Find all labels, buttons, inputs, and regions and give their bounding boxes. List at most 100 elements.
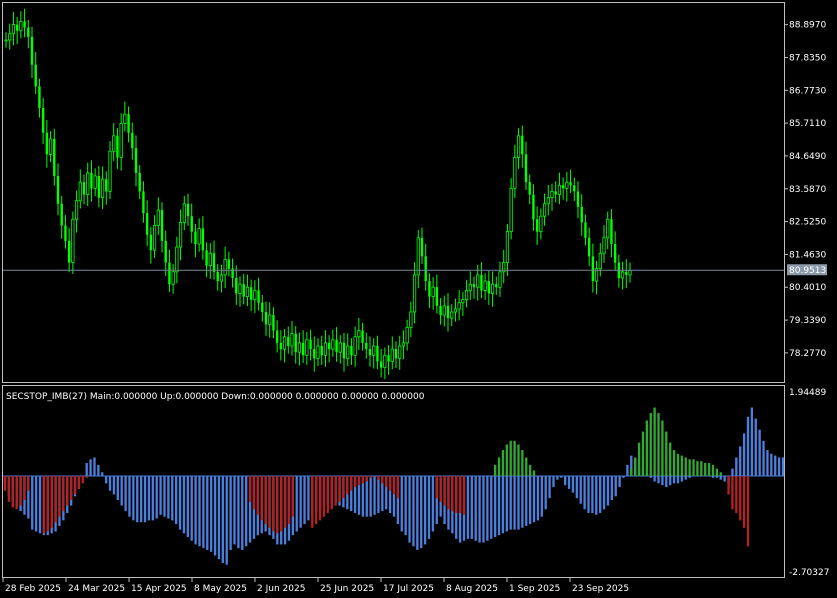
indicator-main-bar — [653, 475, 656, 482]
indicator-main-bar — [97, 464, 100, 476]
indicator-main-bar — [774, 455, 777, 476]
indicator-main-bar — [770, 453, 773, 476]
time-tick-label: 1 Sep 2025 — [509, 584, 560, 594]
indicator-up-bar — [688, 459, 691, 476]
indicator-down-bar — [315, 475, 318, 525]
indicator-main-bar — [669, 475, 672, 486]
indicator-up-bar — [521, 450, 524, 476]
indicator-main-bar — [408, 475, 411, 543]
indicator-main-bar — [93, 457, 96, 476]
indicator-main-bar — [213, 475, 217, 556]
indicator-main-bar — [509, 475, 512, 530]
indicator-main-bar — [147, 475, 151, 521]
indicator-main-bar — [369, 475, 372, 517]
indicator-main-bar — [692, 475, 695, 477]
indicator-main-bar — [501, 475, 505, 534]
indicator-main-bar — [217, 475, 221, 560]
price-tick-label: 87.8350 — [789, 53, 826, 63]
indicator-main-bar — [128, 475, 131, 517]
indicator-down-bar — [260, 475, 263, 521]
indicator-main-bar — [120, 475, 123, 506]
indicator-down-bar — [27, 475, 30, 491]
indicator-main-bar — [299, 475, 302, 528]
price-tick-label: 83.5870 — [789, 185, 826, 195]
indicator-down-bar — [50, 475, 53, 528]
indicator-main-bar — [688, 475, 691, 478]
indicator-main-bar — [295, 475, 298, 532]
indicator-down-bar — [392, 475, 396, 495]
indicator-down-bar — [739, 475, 742, 521]
indicator-main-bar — [431, 475, 435, 532]
indicator-down-bar — [742, 475, 746, 528]
indicator-main-bar — [739, 446, 742, 476]
indicator-main-bar — [532, 475, 536, 523]
indicator-down-bar — [62, 475, 65, 512]
indicator-down-bar — [350, 475, 353, 491]
time-tick-label: 23 Sep 2025 — [572, 584, 629, 594]
price-tick-label: 81.4630 — [789, 250, 826, 260]
indicator-main-bar — [163, 475, 166, 517]
price-tick-label: 78.2770 — [789, 349, 826, 359]
indicator-main-bar — [303, 475, 306, 525]
indicator-main-bar — [672, 475, 676, 484]
indicator-main-bar — [731, 468, 734, 476]
indicator-down-bar — [318, 475, 322, 521]
indicator-up-bar — [528, 464, 532, 476]
indicator-main-bar — [108, 475, 112, 491]
indicator-main-bar — [89, 459, 92, 476]
indicator-main-bar — [762, 440, 765, 476]
indicator-down-bar — [451, 475, 454, 512]
indicator-main-bar — [626, 464, 629, 476]
indicator-main-bar — [225, 475, 228, 565]
indicator-main-bar — [377, 475, 380, 513]
indicator-main-bar — [136, 475, 139, 523]
indicator-up-bar — [509, 440, 512, 476]
indicator-main-bar — [680, 475, 684, 482]
indicator-main-bar — [474, 475, 477, 541]
trading-chart[interactable]: 88.8970 87.8350 86.7730 85.7110 84.6490 83.58… — [0, 0, 837, 598]
indicator-main-bar — [233, 475, 236, 545]
price-tick-label: 80.4010 — [789, 283, 826, 293]
indicator-main-bar — [210, 475, 213, 552]
indicator-down-bar — [252, 475, 256, 510]
indicator-main-bar — [696, 475, 699, 477]
indicator-main-bar — [544, 475, 547, 510]
indicator-down-bar — [42, 475, 46, 534]
indicator-main-bar — [606, 475, 610, 506]
indicator-down-bar — [377, 475, 380, 480]
indicator-main-bar — [478, 475, 481, 543]
indicator-up-bar — [661, 420, 664, 476]
indicator-up-bar — [669, 442, 672, 476]
time-tick-label: 15 Apr 2025 — [131, 584, 187, 594]
indicator-main-bar — [412, 475, 415, 547]
indicator-down-bar — [46, 475, 49, 532]
price-tick-label: 79.3390 — [789, 316, 826, 326]
indicator-main-bar — [101, 472, 104, 476]
indicator-main-bar — [548, 475, 551, 499]
indicator-main-bar — [206, 475, 209, 550]
indicator-up-bar — [634, 457, 637, 476]
indicator-down-bar — [272, 475, 275, 532]
indicator-main-bar — [614, 475, 617, 497]
indicator-main-bar — [155, 475, 158, 519]
indicator-down-bar — [735, 475, 738, 513]
indicator-title: SECSTOP_IMB(27) Main:0.000000 Up:0.00000… — [6, 392, 425, 402]
indicator-main-bar — [404, 475, 407, 536]
indicator-main-bar — [245, 475, 248, 547]
indicator-main-bar — [661, 475, 664, 486]
price-tick-label: 85.7110 — [789, 119, 826, 129]
indicator-down-bar — [373, 475, 376, 477]
indicator-down-bar — [443, 475, 446, 506]
time-tick-label: 28 Feb 2025 — [5, 584, 61, 594]
indicator-main-bar — [521, 475, 524, 528]
time-tick-label: 8 May 2025 — [194, 584, 247, 594]
time-tick-label: 2 Jun 2025 — [257, 584, 305, 594]
indicator-main-bar — [610, 475, 614, 501]
indicator-up-bar — [505, 444, 508, 476]
time-tick-label: 8 Aug 2025 — [446, 584, 498, 594]
indicator-down-bar — [435, 475, 438, 499]
indicator-main-bar — [482, 475, 485, 543]
indicator-main-bar — [517, 475, 520, 530]
indicator-down-bar — [357, 475, 361, 486]
indicator-main-bar — [490, 475, 493, 539]
